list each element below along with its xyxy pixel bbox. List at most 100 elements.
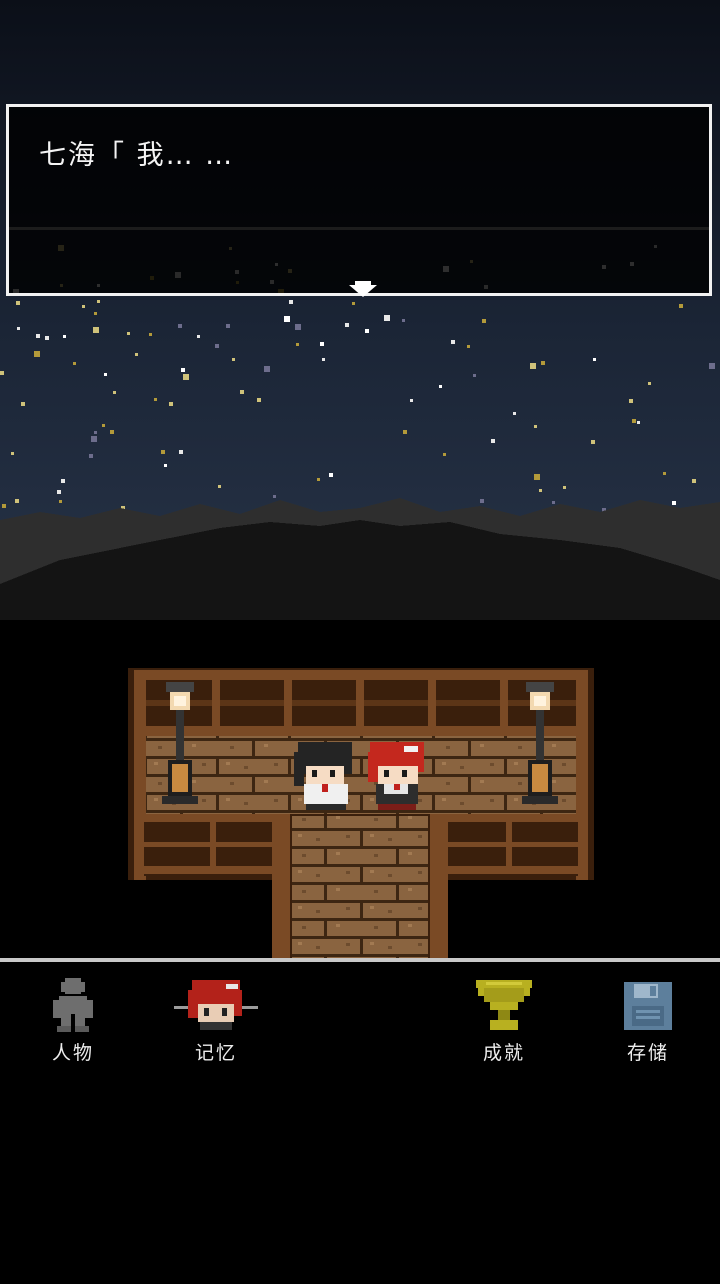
star: [563, 486, 566, 489]
star: [240, 390, 244, 394]
star: [183, 374, 189, 380]
star: [295, 324, 301, 330]
memories-button[interactable]: 记忆: [161, 976, 271, 1066]
star: [541, 361, 545, 365]
characters-button[interactable]: 人物: [18, 976, 128, 1066]
star: [61, 479, 65, 483]
star: [284, 316, 290, 322]
dialog-box[interactable]: 七海「 我… …: [6, 104, 712, 297]
star: [94, 431, 97, 434]
star: [637, 421, 640, 424]
star: [534, 425, 537, 428]
star: [2, 504, 6, 508]
star: [0, 371, 4, 375]
star: [329, 473, 333, 477]
dialog-divider: [9, 227, 709, 230]
star: [197, 335, 200, 338]
star: [21, 402, 25, 406]
star: [451, 340, 455, 344]
star: [17, 327, 20, 330]
star: [16, 301, 20, 305]
star: [218, 485, 221, 488]
star: [127, 332, 130, 335]
star: [104, 373, 107, 376]
save-button[interactable]: 存储: [593, 976, 703, 1066]
star: [672, 501, 676, 505]
star: [552, 501, 555, 504]
star: [89, 454, 93, 458]
star: [73, 362, 76, 365]
star: [296, 343, 299, 346]
star: [443, 453, 446, 456]
star: [679, 304, 683, 308]
star: [91, 436, 97, 442]
star: [113, 391, 116, 394]
achievements-button[interactable]: 成就: [449, 976, 559, 1066]
star: [345, 323, 349, 327]
star: [181, 368, 185, 372]
star: [169, 402, 173, 406]
star: [352, 302, 355, 305]
star: [402, 319, 405, 322]
star: [164, 464, 167, 467]
floppy-disk-icon: [624, 982, 672, 1030]
star: [467, 345, 470, 348]
star: [179, 450, 183, 454]
star: [102, 424, 105, 427]
star: [289, 300, 293, 304]
red-hair-portrait-icon: [174, 980, 258, 1030]
character-red-hair: [368, 742, 424, 810]
star: [97, 300, 100, 303]
trophy-icon: [476, 980, 532, 1030]
star: [473, 374, 476, 377]
bottom-menu-bar: 人物 记忆 成就 存储: [0, 958, 720, 1284]
star: [36, 334, 40, 338]
star: [264, 366, 270, 372]
person-icon: [53, 978, 93, 1032]
star: [320, 342, 324, 346]
characters-label: 人物: [51, 1042, 94, 1064]
star: [45, 336, 49, 340]
star: [663, 472, 666, 475]
star: [257, 398, 261, 402]
star: [513, 412, 516, 415]
star: [593, 358, 596, 361]
star: [149, 333, 152, 336]
star: [491, 439, 495, 443]
star: [178, 324, 182, 328]
star: [57, 490, 61, 494]
star: [480, 499, 484, 503]
star: [82, 305, 85, 308]
star: [439, 385, 442, 388]
star: [34, 351, 40, 357]
star: [59, 500, 62, 503]
star: [110, 430, 114, 434]
achievements-label: 成就: [482, 1042, 525, 1064]
star: [365, 329, 369, 333]
star: [410, 399, 413, 402]
star: [539, 489, 542, 492]
star: [709, 363, 715, 369]
star: [135, 353, 138, 356]
star: [63, 335, 66, 338]
dialog-text: 七海「 我… …: [39, 140, 235, 171]
star: [692, 479, 696, 483]
star: [482, 319, 486, 323]
save-label: 存储: [626, 1042, 669, 1064]
star: [591, 440, 595, 444]
star: [94, 312, 97, 315]
star: [317, 478, 320, 481]
star: [273, 495, 276, 498]
continue-arrow-icon[interactable]: [349, 281, 377, 297]
star: [161, 450, 165, 454]
star: [632, 419, 636, 423]
star: [226, 324, 230, 328]
star: [15, 499, 19, 503]
memories-label: 记忆: [194, 1042, 237, 1064]
star: [322, 358, 325, 361]
star: [232, 358, 235, 361]
star: [403, 430, 407, 434]
star: [11, 452, 14, 455]
star: [384, 315, 390, 321]
star: [534, 474, 540, 480]
